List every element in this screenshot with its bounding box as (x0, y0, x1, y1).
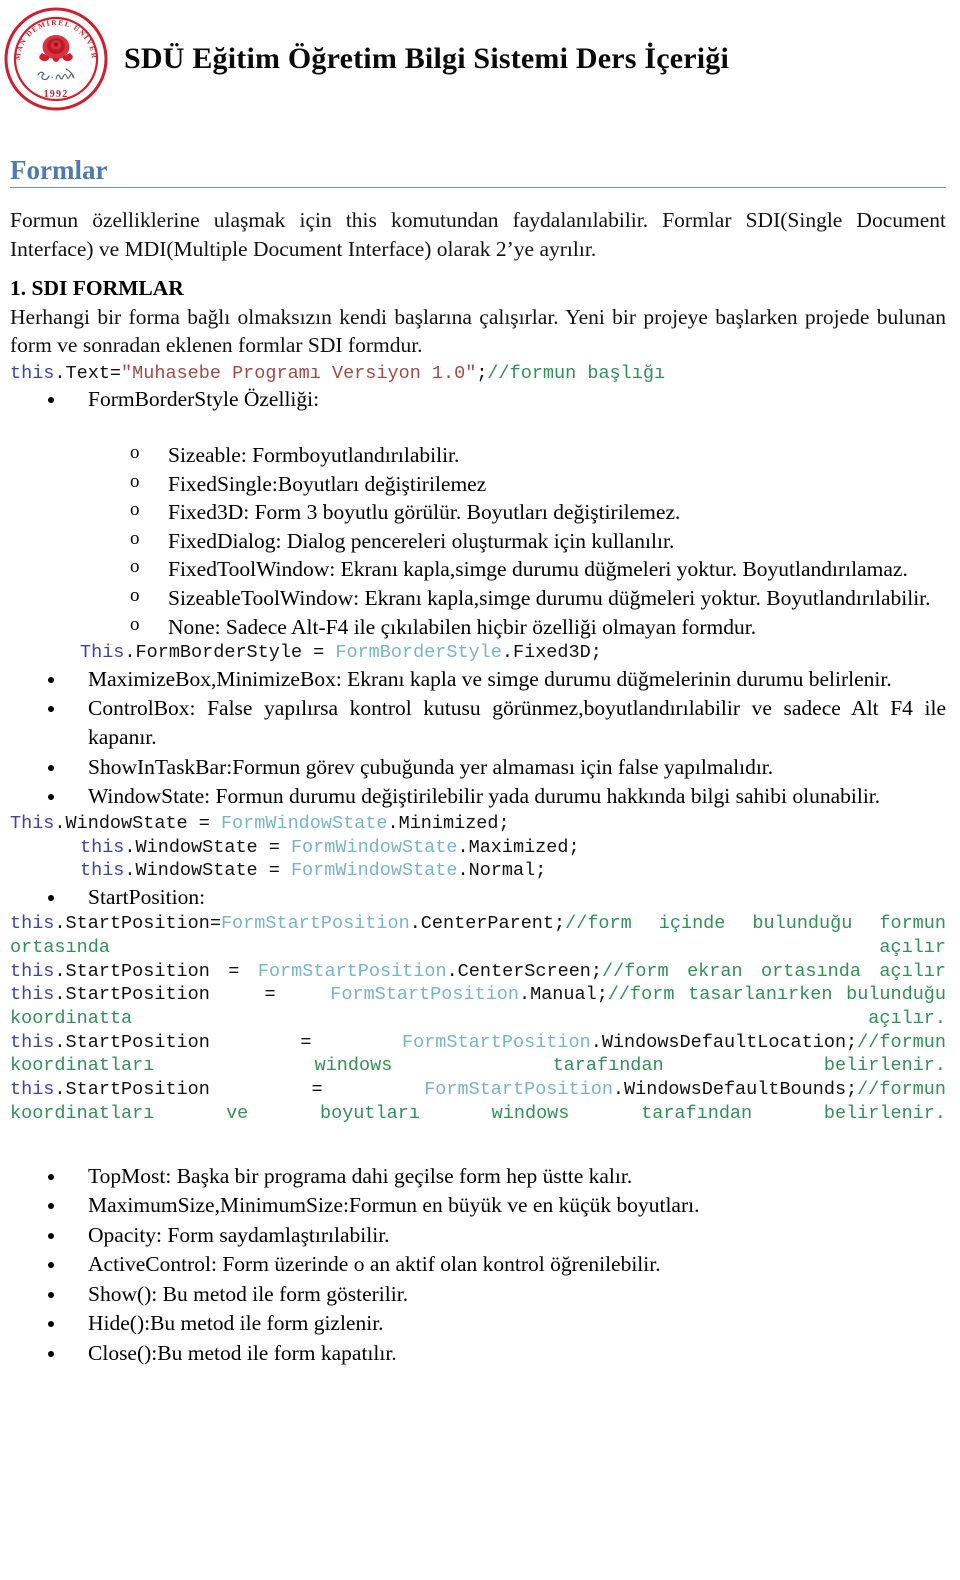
code-line-startposition-defaultbounds: this.StartPosition = FormStartPosition.W… (10, 1078, 946, 1125)
list-item: FixedDialog: Dialog pencereleri oluşturm… (10, 526, 946, 556)
code-keyword: this (80, 860, 125, 882)
code-type: FormBorderStyle (335, 642, 502, 664)
list-item: TopMost: Başka bir programa dahi geçilse… (10, 1162, 946, 1191)
logo-seal-icon: SÜLEYMAN DEMİREL ÜNİVERSİTESİ 1992 (2, 5, 108, 111)
code-string: "Muhasebe Programı Versiyon 1.0" (121, 362, 477, 384)
code-value: .Manual; (519, 984, 608, 1006)
list-item: MaximizeBox,MinimizeBox: Ekranı kapla ve… (10, 665, 946, 694)
code-member: .WindowState = (124, 836, 291, 858)
code-member: .StartPosition = (54, 1031, 402, 1053)
code-member: .StartPosition = (54, 984, 331, 1006)
section-heading-formlar: Formlar (10, 155, 108, 185)
list-item: Show(): Bu metod ile form gösterilir. (10, 1280, 946, 1309)
code-line-windowstate-maximized: this.WindowState = FormWindowState.Maxim… (10, 836, 946, 860)
list-item: FixedToolWindow: Ekranı kapla,simge duru… (10, 554, 946, 584)
list-item: WindowState: Formun durumu değiştirilebi… (10, 782, 946, 811)
list-formborderstyle: FormBorderStyle Özelliği: (10, 385, 946, 414)
code-value: .Minimized; (387, 812, 510, 834)
code-keyword: this (10, 960, 55, 982)
code-keyword: this (10, 984, 55, 1006)
list-item: FixedSingle:Boyutları değiştirilemez (10, 469, 946, 499)
page-title: SDÜ Eğitim Öğretim Bilgi Sistemi Ders İç… (124, 42, 730, 75)
code-comment: //form ekran ortasında açılır (602, 960, 946, 982)
university-logo: SÜLEYMAN DEMİREL ÜNİVERSİTESİ 1992 (2, 5, 110, 113)
code-value: .Maximized; (457, 836, 580, 858)
code-member: .Text= (54, 362, 122, 384)
list-item: Sizeable: Formboyutlandırılabilir. (10, 440, 946, 470)
code-line-startposition-centerparent: this.StartPosition=FormStartPosition.Cen… (10, 912, 946, 959)
code-line-startposition-manual: this.StartPosition = FormStartPosition.M… (10, 983, 946, 1030)
code-line-text-title: this.Text="Muhasebe Programı Versiyon 1.… (10, 362, 946, 386)
document-header: SÜLEYMAN DEMİREL ÜNİVERSİTESİ 1992 S (0, 0, 960, 112)
sdi-heading: 1. SDI FORMLAR (10, 276, 184, 301)
code-value: .CenterScreen; (446, 960, 603, 982)
code-line-startposition-centerscreen: this.StartPosition = FormStartPosition.C… (10, 960, 946, 984)
code-member: .WindowState = (54, 812, 221, 834)
code-type: FormStartPosition (257, 960, 447, 982)
code-member: .StartPosition = (54, 1079, 425, 1101)
code-keyword: this (10, 1031, 55, 1053)
list-item: Opacity: Form saydamlaştırılabilir. (10, 1221, 946, 1250)
code-keyword: this (80, 836, 125, 858)
code-keyword: this (10, 913, 55, 935)
code-semicolon: ; (476, 362, 488, 384)
list-final-properties: TopMost: Başka bir programa dahi geçilse… (10, 1162, 946, 1368)
list-item: Close():Bu metod ile form kapatılır. (10, 1339, 946, 1368)
code-keyword: This (10, 812, 55, 834)
document-body: Formlar Formun özelliklerine ulaşmak içi… (0, 156, 960, 1368)
code-type: FormStartPosition (330, 984, 519, 1006)
code-keyword: this (10, 362, 55, 384)
code-type: FormStartPosition (424, 1079, 613, 1101)
code-member: .StartPosition = (54, 960, 258, 982)
list-startposition: StartPosition: (10, 883, 946, 912)
code-member: .StartPosition= (54, 913, 221, 935)
list-item: ShowInTaskBar:Formun görev çubuğunda yer… (10, 753, 946, 782)
list-item: ActiveControl: Form üzerinde o an aktif … (10, 1250, 946, 1279)
code-line-windowstate-minimized: This.WindowState = FormWindowState.Minim… (10, 812, 946, 836)
list-item-formborderstyle-label: FormBorderStyle Özelliği: (10, 385, 946, 414)
list-item: ControlBox: False yapılırsa kontrol kutu… (10, 694, 946, 751)
list-item: MaximumSize,MinimumSize:Formun en büyük … (10, 1191, 946, 1220)
code-member: .WindowState = (124, 860, 291, 882)
code-value: .Fixed3D; (501, 642, 602, 664)
list-item: Fixed3D: Form 3 boyutlu görülür. Boyutla… (10, 497, 946, 527)
section-divider (10, 187, 946, 189)
code-line-startposition-defaultlocation: this.StartPosition = FormStartPosition.W… (10, 1031, 946, 1078)
list-item-startposition-label: StartPosition: (10, 883, 946, 912)
code-keyword: This (80, 642, 125, 664)
code-type: FormStartPosition (220, 913, 410, 935)
code-value: .WindowsDefaultLocation; (590, 1031, 858, 1053)
code-value: .WindowsDefaultBounds; (612, 1079, 858, 1101)
code-keyword: this (10, 1079, 55, 1101)
code-line-formborderstyle: This.FormBorderStyle = FormBorderStyle.F… (10, 641, 946, 665)
list-item: SizeableToolWindow: Ekranı kapla,simge d… (10, 583, 946, 613)
code-type: FormStartPosition (401, 1031, 591, 1053)
code-comment: //formun başlığı (487, 362, 666, 384)
svg-text:1992: 1992 (44, 89, 69, 100)
code-type: FormWindowState (290, 836, 458, 858)
list-form-properties: MaximizeBox,MinimizeBox: Ekranı kapla ve… (10, 665, 946, 811)
code-member: .FormBorderStyle = (124, 642, 336, 664)
list-item: None: Sadece Alt-F4 ile çıkılabilen hiçb… (10, 612, 946, 642)
code-line-windowstate-normal: this.WindowState = FormWindowState.Norma… (10, 859, 946, 883)
code-type: FormWindowState (220, 812, 388, 834)
list-item: Hide():Bu metod ile form gizlenir. (10, 1309, 946, 1338)
code-value: .Normal; (457, 860, 547, 882)
sdi-paragraph: Herhangi bir forma bağlı olmaksızın kend… (10, 305, 946, 358)
code-type: FormWindowState (290, 860, 458, 882)
list-formborderstyle-options: Sizeable: Formboyutlandırılabilir. Fixed… (10, 440, 946, 642)
code-value: .CenterParent; (409, 913, 566, 935)
intro-paragraph: Formun özelliklerine ulaşmak için this k… (10, 208, 946, 261)
